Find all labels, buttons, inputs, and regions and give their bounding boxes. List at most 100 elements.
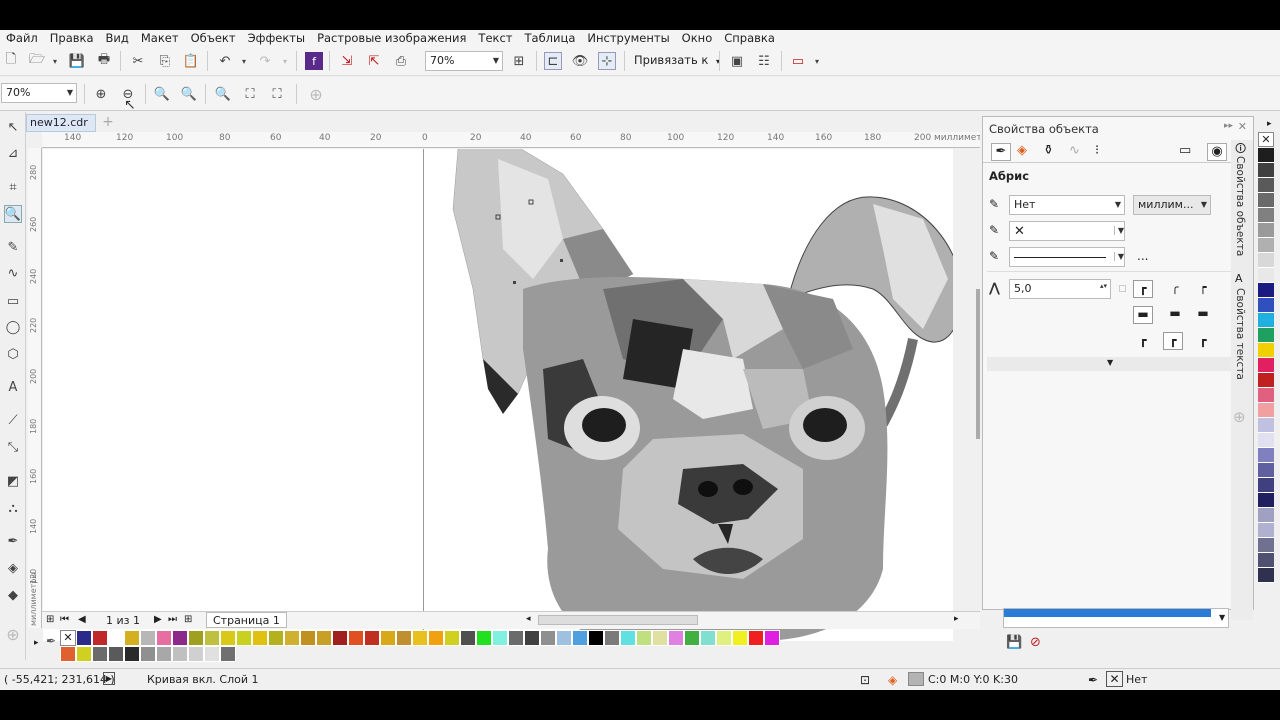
scroll-left-icon[interactable]: ◂: [526, 614, 531, 624]
previous-page-icon[interactable]: ◀: [78, 614, 86, 625]
color-swatch[interactable]: [572, 630, 588, 646]
color-swatch[interactable]: [1258, 253, 1274, 268]
welcome-screen-icon[interactable]: ▭: [789, 52, 807, 70]
full-screen-icon[interactable]: ⊞: [510, 52, 528, 70]
line-cap-butt-icon[interactable]: ▬: [1133, 306, 1153, 324]
color-swatch[interactable]: [1258, 538, 1274, 553]
color-swatch[interactable]: [764, 630, 780, 646]
preview-tab-icon[interactable]: ◉: [1207, 143, 1227, 161]
color-swatch[interactable]: [108, 630, 124, 646]
options-icon[interactable]: ▣: [728, 52, 746, 70]
color-swatch[interactable]: [1258, 223, 1274, 238]
eyedropper-tool-icon[interactable]: ✒: [4, 532, 22, 550]
color-swatch[interactable]: [124, 646, 140, 662]
color-swatch[interactable]: [684, 630, 700, 646]
color-swatch[interactable]: [140, 646, 156, 662]
outline-width-select[interactable]: Нет ▼: [1009, 195, 1125, 215]
line-cap-square-icon[interactable]: ▬: [1193, 306, 1213, 324]
expand-section-bar[interactable]: ▼: [987, 357, 1249, 371]
interactive-fill-icon[interactable]: ◈: [4, 559, 22, 577]
import-icon[interactable]: ⇲: [338, 52, 356, 70]
close-icon[interactable]: ✕: [1238, 120, 1247, 133]
show-guidelines-icon[interactable]: ⊹: [598, 52, 616, 70]
application-launcher-icon[interactable]: ☷: [755, 52, 773, 70]
color-swatch[interactable]: [1258, 568, 1274, 583]
last-page-icon[interactable]: ⏭: [168, 614, 177, 625]
position-inside-icon[interactable]: ┏: [1193, 333, 1213, 351]
menu-file[interactable]: Файл: [0, 31, 44, 45]
color-swatch[interactable]: [1258, 328, 1274, 343]
color-swatch[interactable]: [236, 630, 252, 646]
paste-icon[interactable]: 📋: [182, 52, 200, 70]
color-swatch[interactable]: [1258, 403, 1274, 418]
open-dropdown-icon[interactable]: ▾: [46, 52, 64, 70]
color-swatch[interactable]: [76, 630, 92, 646]
export-icon[interactable]: ⇱: [365, 52, 383, 70]
menu-window[interactable]: Окно: [676, 31, 719, 45]
color-swatch[interactable]: [364, 630, 380, 646]
color-swatch[interactable]: [1258, 433, 1274, 448]
menu-view[interactable]: Вид: [100, 31, 135, 45]
color-swatch[interactable]: [444, 630, 460, 646]
color-swatch[interactable]: [380, 630, 396, 646]
color-swatch[interactable]: [1258, 343, 1274, 358]
drawing-canvas[interactable]: [43, 149, 953, 641]
page-tab[interactable]: Страница 1: [206, 612, 287, 628]
color-swatch[interactable]: [1258, 313, 1274, 328]
color-swatch[interactable]: [188, 646, 204, 662]
ellipse-tool-icon[interactable]: ◯: [4, 318, 22, 336]
menu-text[interactable]: Текст: [472, 31, 518, 45]
color-swatch[interactable]: [748, 630, 764, 646]
color-swatch[interactable]: [700, 630, 716, 646]
color-swatch[interactable]: [1258, 463, 1274, 478]
pick-tool-icon[interactable]: ↖: [4, 118, 22, 136]
add-page-icon[interactable]: ⊞: [184, 614, 192, 625]
color-swatch[interactable]: [140, 630, 156, 646]
artistic-media-icon[interactable]: ∿: [4, 264, 22, 282]
next-page-icon[interactable]: ▶: [154, 614, 162, 625]
color-swatch[interactable]: [1258, 418, 1274, 433]
unit-select[interactable]: миллим... ▼: [1133, 195, 1211, 215]
spinner-icon[interactable]: ▴▾: [1100, 282, 1107, 290]
shape-tool-icon[interactable]: ⊿: [4, 144, 22, 162]
color-swatch[interactable]: [252, 630, 268, 646]
color-swatch[interactable]: [300, 630, 316, 646]
more-settings-button[interactable]: ...: [1137, 249, 1148, 263]
color-swatch[interactable]: [1258, 163, 1274, 178]
color-swatch[interactable]: [1258, 238, 1274, 253]
prohibited-icon[interactable]: ⊘: [1030, 635, 1041, 650]
no-color-swatch[interactable]: ✕: [1258, 132, 1274, 147]
palette-scroll-up-icon[interactable]: ▸: [1267, 119, 1272, 129]
side-tab-text-properties[interactable]: Свойства текста: [1234, 288, 1246, 380]
add-tool-icon[interactable]: ⊕: [4, 625, 22, 644]
color-swatch[interactable]: [620, 630, 636, 646]
curve-tab-icon[interactable]: ∿: [1069, 143, 1080, 158]
collapse-icon[interactable]: ▸▸: [1224, 121, 1233, 131]
color-swatch[interactable]: [1258, 508, 1274, 523]
color-swatch[interactable]: [220, 630, 236, 646]
menu-tools[interactable]: Инструменты: [581, 31, 675, 45]
color-swatch[interactable]: [428, 630, 444, 646]
snap-to-menu[interactable]: Привязать к ▾: [634, 53, 720, 67]
horizontal-scrollbar[interactable]: [538, 615, 698, 625]
play-icon[interactable]: ▶: [103, 672, 115, 685]
color-swatch[interactable]: [76, 646, 92, 662]
color-swatch[interactable]: [156, 630, 172, 646]
insert-page-icon[interactable]: ⊞: [46, 614, 54, 625]
open-icon[interactable]: 🗁: [28, 52, 46, 70]
color-swatch[interactable]: [508, 630, 524, 646]
new-document-icon[interactable]: 🗋: [2, 52, 20, 70]
color-swatch[interactable]: [492, 630, 508, 646]
color-swatch[interactable]: [220, 646, 236, 662]
corner-round-icon[interactable]: ╭: [1165, 280, 1185, 298]
color-swatch[interactable]: [1258, 298, 1274, 313]
color-swatch[interactable]: [1258, 178, 1274, 193]
polygon-tool-icon[interactable]: ⬡: [4, 345, 22, 363]
menu-effects[interactable]: Эффекты: [242, 31, 312, 45]
menu-edit[interactable]: Правка: [44, 31, 100, 45]
zoom-to-width-icon[interactable]: ⛶: [241, 85, 259, 103]
color-swatch[interactable]: [1258, 358, 1274, 373]
color-swatch[interactable]: [1258, 388, 1274, 403]
color-swatch[interactable]: [268, 630, 284, 646]
color-swatch[interactable]: [1258, 148, 1274, 163]
